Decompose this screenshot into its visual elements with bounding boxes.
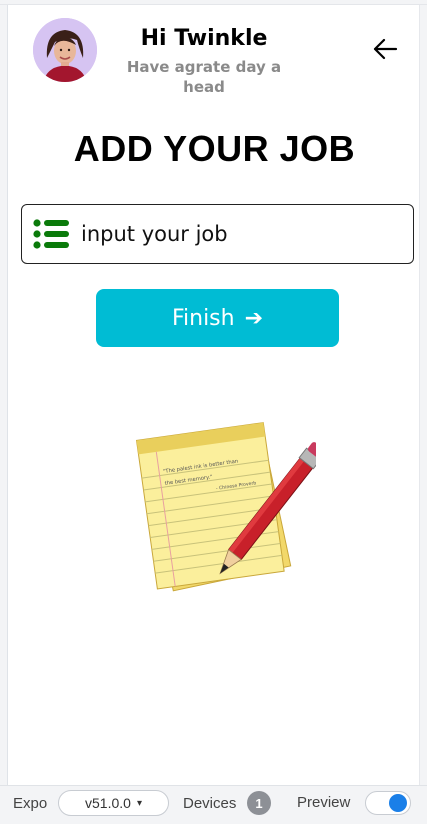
version-value: v51.0.0 (85, 795, 131, 811)
page-title: ADD YOUR JOB (73, 128, 356, 169)
app-frame: Hi Twinkle Have agrate day a head ADD YO… (0, 0, 427, 824)
list-icon (33, 218, 69, 250)
user-avatar-icon (33, 18, 97, 82)
version-select[interactable]: v51.0.0 ▾ (58, 790, 169, 816)
notepad-pencil-icon: "The palest ink is better than the best … (126, 408, 325, 598)
preview-label: Preview (297, 794, 351, 811)
bottom-toolbar: Expo v51.0.0 ▾ Devices 1 Preview (0, 785, 427, 824)
job-input[interactable] (81, 214, 401, 254)
finish-button[interactable]: Finish ➔ (96, 289, 339, 347)
chevron-down-icon: ▾ (136, 797, 142, 809)
phone-screen: Hi Twinkle Have agrate day a head ADD YO… (7, 5, 420, 785)
finish-button-label: Finish (171, 305, 235, 331)
devices-label[interactable]: Devices (183, 795, 236, 812)
arrow-left-icon (373, 38, 398, 60)
arrow-right-icon: ➔ (244, 305, 264, 331)
job-input-field[interactable] (21, 204, 414, 264)
greeting-title: Hi Twinkle (140, 26, 268, 51)
devices-count-badge[interactable]: 1 (247, 791, 271, 815)
greeting-subtitle: Have agrate day a head (126, 58, 282, 96)
back-button[interactable] (369, 33, 401, 65)
expo-label: Expo (13, 795, 48, 812)
toggle-knob (389, 794, 407, 812)
avatar[interactable] (33, 18, 97, 82)
preview-toggle[interactable] (365, 791, 411, 815)
